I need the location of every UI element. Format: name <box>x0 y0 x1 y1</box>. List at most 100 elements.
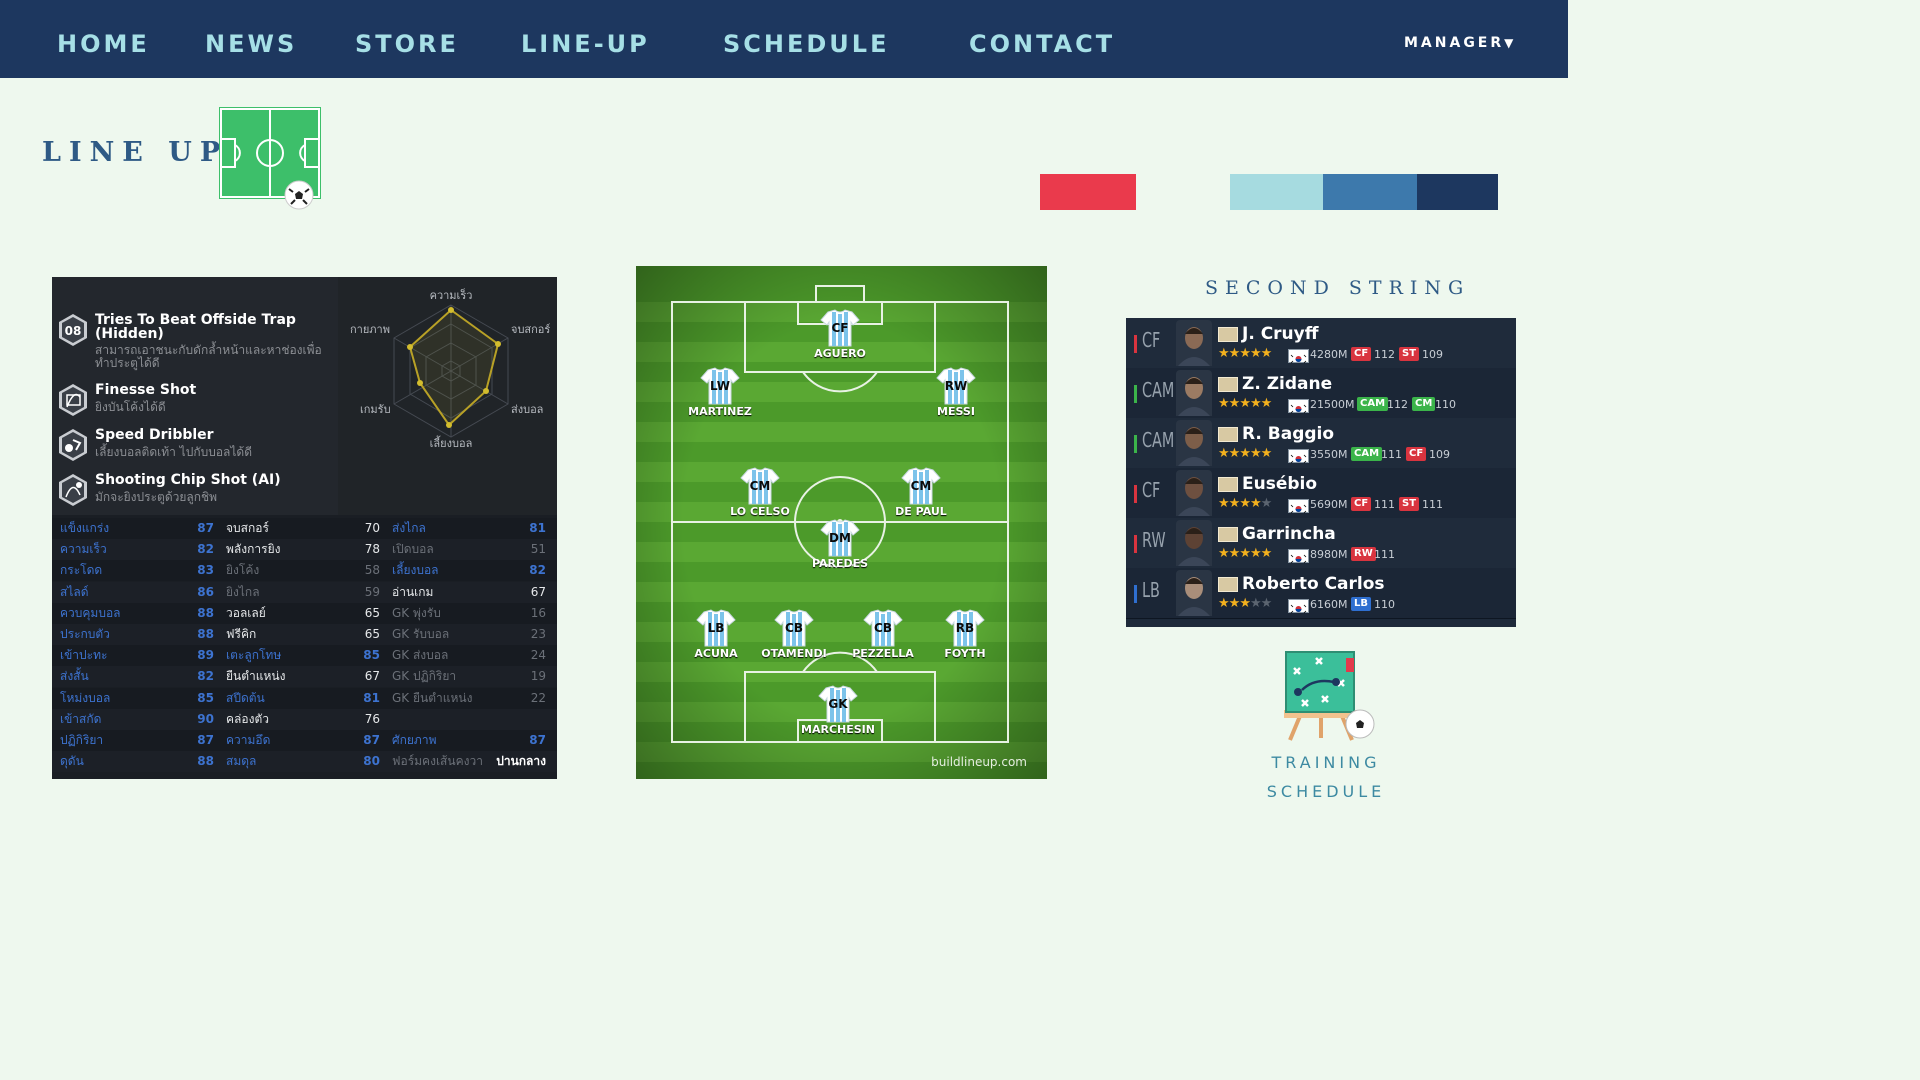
stat-value: 87 <box>197 733 214 747</box>
stat-name: GK ยืนตำแหน่ง <box>392 690 473 705</box>
second-string-title: SECOND STRING <box>1205 277 1471 299</box>
stat-value: 59 <box>364 584 380 599</box>
stat-value: 82 <box>529 563 546 578</box>
swatch-red <box>1040 174 1136 210</box>
player-marker[interactable]: CF AGUERO <box>795 308 885 360</box>
stat-name: ยิงไกล <box>226 584 260 599</box>
stat-value: 85 <box>197 690 214 705</box>
position-color-bar <box>1134 385 1137 403</box>
jersey-icon: CM <box>901 466 941 506</box>
position-rating: 111 <box>1374 548 1395 561</box>
star-rating: ★★★★★ <box>1218 446 1272 461</box>
radar-label: จบสกอร์ <box>511 323 550 336</box>
player-name: MESSI <box>937 405 975 418</box>
player-marker[interactable]: CM DE PAUL <box>876 466 966 518</box>
second-string-row[interactable]: CF J. Cruyff ★★★★★ 4280M CF 112 ST 109 <box>1126 318 1516 369</box>
chevron-down-icon: ▼ <box>1504 36 1514 50</box>
player-photo <box>1176 570 1212 616</box>
stat-value: 51 <box>530 542 546 557</box>
stat-value: 22 <box>530 690 546 705</box>
second-string-row[interactable]: CAM Z. Zidane ★★★★★ 21500M CAM 112 CM 110 <box>1126 368 1516 419</box>
player-marker[interactable]: CB PEZZELLA <box>838 608 928 660</box>
star-rating: ★★★★★ <box>1218 546 1272 561</box>
nav-news[interactable]: NEWS <box>205 30 297 58</box>
player-position: CF <box>1142 328 1161 352</box>
position-tag: CAM <box>1357 397 1389 411</box>
player-name: DE PAUL <box>895 505 947 518</box>
skill-name: Tries To Beat Offside Trap (Hidden) <box>95 312 296 342</box>
stat-name: อ่านเกม <box>392 584 434 599</box>
nav-schedule[interactable]: SCHEDULE <box>723 30 889 58</box>
stat-name: จบสกอร์ <box>226 521 269 535</box>
player-marker[interactable]: CB OTAMENDI <box>749 608 839 660</box>
radar-graph: ความเร็ว จบสกอร์ ส่งบอล เลี้ยงบอล เกมรับ… <box>350 288 550 450</box>
training-board-icon[interactable] <box>1282 648 1378 744</box>
stat-value: 65 <box>364 627 380 641</box>
stat-name: ความเร็ว <box>60 542 107 557</box>
stat-row: กระโดด 83 ยิงโค้ง 58 เลี้ยงบอล 82 <box>52 560 557 581</box>
star-rating: ★★★★★ <box>1218 596 1272 611</box>
player-position: GK <box>828 697 848 711</box>
stat-name: ฟรีคิก <box>226 627 257 641</box>
position-rating: 111 <box>1422 498 1443 511</box>
second-string-row[interactable]: CAM R. Baggio ★★★★★ 3550M CAM 111 CF 109 <box>1126 418 1516 469</box>
radar-label: ส่งบอล <box>511 403 543 416</box>
player-position: CF <box>831 321 849 335</box>
player-position: CAM <box>1142 378 1175 402</box>
star-rating: ★★★★★ <box>1218 346 1272 361</box>
stat-name: วอลเลย์ <box>226 605 266 620</box>
player-marker[interactable]: LW MARTINEZ <box>675 366 765 418</box>
pitch-icon <box>219 107 321 210</box>
stat-value: 82 <box>197 542 214 557</box>
player-marker[interactable]: DM PAREDES <box>795 518 885 570</box>
second-string-row[interactable]: CF Eusébio ★★★★★ 5690M CF 111 ST 111 <box>1126 468 1516 519</box>
position-rating: 112 <box>1374 348 1395 361</box>
stat-name: โหม่งบอล <box>60 690 111 705</box>
stat-name: ฟอร์มคงเส้นคงวา <box>392 754 483 769</box>
speed-dribbler-icon <box>59 429 87 461</box>
player-marker[interactable]: CM LO CELSO <box>715 466 805 518</box>
stat-name: เลี้ยงบอล <box>392 563 439 578</box>
manager-dropdown[interactable]: MANAGER▼ <box>1404 35 1513 51</box>
player-marker[interactable]: GK MARCHESIN <box>793 684 883 736</box>
training-label-line1: TRAINING <box>1271 753 1381 772</box>
second-string-row[interactable]: RW Garrincha ★★★★★ 8980M RW 111 <box>1126 518 1516 569</box>
nav-store[interactable]: STORE <box>355 30 459 58</box>
stat-name: เข้าปะทะ <box>60 648 108 663</box>
training-schedule-link[interactable]: TRAINING SCHEDULE <box>1246 748 1406 806</box>
player-position: CB <box>785 621 803 635</box>
player-marker[interactable]: RW MESSI <box>911 366 1001 418</box>
stat-value: 70 <box>364 521 380 535</box>
season-card-icon <box>1218 427 1238 442</box>
player-position: CF <box>1142 478 1161 502</box>
nav-home[interactable]: HOME <box>57 30 150 58</box>
stat-value: 89 <box>197 648 214 663</box>
stat-value: 58 <box>364 563 380 578</box>
nav-contact[interactable]: CONTACT <box>969 30 1115 58</box>
skill-name: Speed Dribbler <box>95 427 214 443</box>
swatch-mid-blue <box>1323 174 1417 210</box>
player-name: AGUERO <box>814 347 866 360</box>
stat-value: 76 <box>364 711 380 726</box>
jersey-icon: CB <box>774 608 814 648</box>
stat-name: ประกบตัว <box>60 627 110 641</box>
player-photo <box>1176 320 1212 366</box>
finesse-shot-icon <box>59 384 87 416</box>
nav-line-up[interactable]: LINE-UP <box>521 30 650 58</box>
stat-value: 90 <box>197 711 214 726</box>
stat-value: 23 <box>530 627 546 641</box>
stat-value: 67 <box>364 669 380 684</box>
stat-row: ปฏิกิริยา 87 ความอึด 87 ศักยภาพ 87 <box>52 730 557 751</box>
player-marker[interactable]: RB FOYTH <box>920 608 1010 660</box>
player-position: LB <box>1142 578 1160 602</box>
stat-name: ความอึด <box>226 733 271 747</box>
second-string-row[interactable]: LB Roberto Carlos ★★★★★ 6160M LB 110 <box>1126 568 1516 619</box>
player-position: RW <box>944 379 968 393</box>
radar-label: ความเร็ว <box>430 288 473 302</box>
chip-shot-icon <box>59 474 87 506</box>
flag-icon <box>1288 599 1309 614</box>
player-marker[interactable]: LB ACUNA <box>671 608 761 660</box>
player-name: PAREDES <box>811 557 869 570</box>
jersey-icon: DM <box>820 518 860 558</box>
stat-row: เข้าปะทะ 89 เตะลูกโทษ 85 GK ส่งบอล 24 <box>52 645 557 666</box>
